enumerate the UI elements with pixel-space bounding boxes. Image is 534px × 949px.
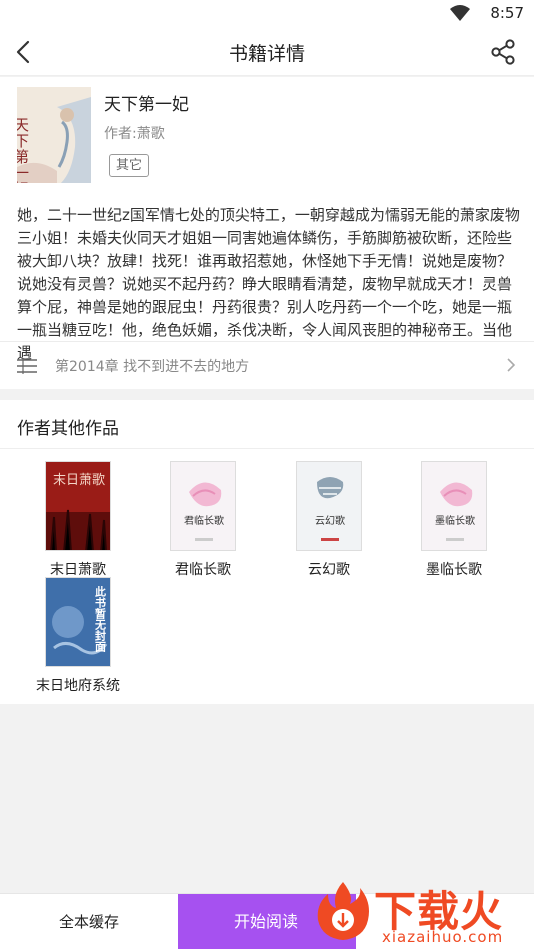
share-icon[interactable] [490,39,516,65]
page-title: 书籍详情 [228,43,305,65]
book-cover-art: 天下第一妃 [17,87,91,183]
work-cover-title: 云幻歌 [315,514,345,527]
status-bar: 8:57 [0,0,534,28]
work-item[interactable]: 君临长歌 君临长歌 [148,461,258,579]
work-cover-title: 末日萧歌 [53,473,105,488]
work-cover-title: 墨临长歌 [435,514,475,527]
work-title: 君临长歌 [175,562,231,578]
download-all-button[interactable]: 全本缓存 [0,894,178,949]
work-title: 末日萧歌 [50,562,106,578]
work-cover: 云幻歌 [296,461,362,551]
work-item[interactable]: 墨临长歌 墨临长歌 [399,461,509,579]
work-title: 墨临长歌 [426,562,482,578]
work-cover: 此书暂无封面 [45,577,111,667]
book-cover-title: 天下第一妃 [17,117,30,183]
status-time: 8:57 [490,4,524,22]
work-item[interactable]: 末日萧歌 末日萧歌 [23,461,133,579]
section-title: 作者其他作品 [17,419,119,439]
work-cover: 末日萧歌 [45,461,111,551]
watermark: 下载火 xiazaihuo.com [312,878,534,949]
book-info-card: 天下第一妃 天下第一妃 作者:萧歌 其它 她，二十一世纪z国军情七处的顶尖特工，… [0,77,534,389]
book-author[interactable]: 作者:萧歌 [104,123,165,143]
work-cover: 君临长歌 [170,461,236,551]
divider [0,448,534,449]
work-item[interactable]: 此书暂无封面 末日地府系统 [23,577,133,695]
work-title: 末日地府系统 [36,678,120,694]
work-item[interactable]: 云幻歌 云幻歌 [274,461,384,579]
book-cover[interactable]: 天下第一妃 [17,87,91,183]
chevron-right-icon [507,358,516,372]
other-works-section: 作者其他作品 末日萧歌 末日萧歌 君临长歌 君临长歌 云幻歌 云幻歌 墨临长歌 … [0,400,534,704]
catalog-list-icon [17,358,37,374]
work-cover: 墨临长歌 [421,461,487,551]
flame-logo-icon [317,882,369,940]
work-cover-title: 此书暂无封面 [94,585,108,653]
wifi-icon [450,5,470,21]
work-title: 云幻歌 [308,562,350,578]
book-title: 天下第一妃 [104,95,189,115]
work-cover-title: 君临长歌 [184,514,224,527]
latest-chapter-label: 第2014章 找不到进不去的地方 [55,359,250,375]
watermark-url: xiazaihuo.com [382,928,504,946]
category-tag[interactable]: 其它 [109,154,150,177]
latest-chapter-row[interactable]: 第2014章 找不到进不去的地方 [0,342,534,389]
nav-bar: 书籍详情 [0,28,534,76]
